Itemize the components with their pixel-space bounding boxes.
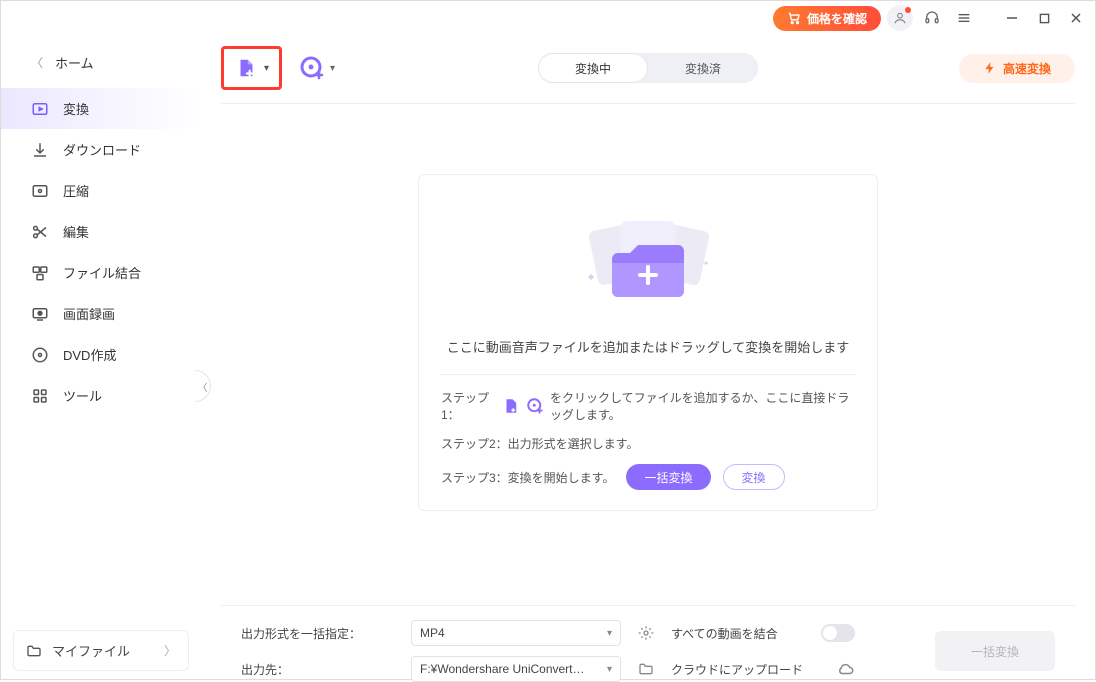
folder-icon	[638, 661, 654, 677]
step3-prefix: ステップ3：変換を開始します。	[441, 469, 614, 486]
cart-icon	[787, 11, 801, 25]
chevron-down-icon: ▾	[264, 63, 269, 74]
chevron-left-icon: 〈	[198, 379, 208, 394]
sidebar-item-merge[interactable]: ファイル結合	[1, 252, 201, 293]
disc-add-icon	[526, 397, 544, 415]
tab-label: 変換済	[685, 60, 721, 77]
batch-convert-main-button[interactable]: 一括変換	[935, 631, 1055, 671]
step2-text: ステップ2：出力形式を選択します。	[441, 435, 638, 452]
file-add-icon	[234, 57, 258, 79]
add-file-button[interactable]: ▾	[221, 46, 282, 90]
folder-icon	[26, 643, 42, 659]
chevron-down-icon: ▾	[607, 628, 612, 639]
sidebar-item-label: 圧縮	[63, 181, 89, 200]
output-dest-select[interactable]: F:¥Wondershare UniConverter 1 ▾	[411, 656, 621, 682]
sidebar-item-label: DVD作成	[63, 345, 116, 364]
record-icon	[31, 305, 49, 323]
step1-suffix: をクリックしてファイルを追加するか、ここに直接ドラッグします。	[550, 389, 855, 423]
sidebar-item-label: ファイル結合	[63, 263, 141, 282]
home-back-button[interactable]: 〈 ホーム	[1, 43, 201, 88]
sidebar-item-label: ダウンロード	[63, 140, 141, 159]
format-settings-button[interactable]	[631, 625, 661, 641]
window-close-button[interactable]	[1063, 5, 1089, 31]
chevron-right-icon: 〉	[164, 642, 176, 659]
myfiles-label: マイファイル	[52, 641, 130, 660]
sidebar-item-convert[interactable]: 変換	[1, 88, 201, 129]
merge-videos-toggle[interactable]	[821, 624, 855, 642]
sidebar-item-label: 変換	[63, 99, 89, 118]
support-button[interactable]	[919, 5, 945, 31]
chevron-left-icon: 〈	[31, 54, 43, 71]
fast-convert-label: 高速変換	[1003, 60, 1051, 77]
output-dest-value: F:¥Wondershare UniConverter 1	[420, 662, 585, 676]
merge-icon	[31, 264, 49, 282]
output-format-select[interactable]: MP4 ▾	[411, 620, 621, 646]
cloud-upload-button[interactable]	[821, 660, 871, 678]
convert-icon	[31, 100, 49, 118]
cloud-icon	[837, 660, 855, 678]
minimize-icon	[1006, 12, 1018, 24]
batch-convert-button[interactable]: 一括変換	[626, 464, 710, 490]
file-add-icon	[502, 397, 520, 415]
output-format-label: 出力形式を一括指定：	[241, 625, 401, 642]
convert-button[interactable]: 変換	[723, 464, 785, 490]
sidebar-item-label: ツール	[63, 386, 102, 405]
step1-prefix: ステップ1：	[441, 389, 496, 423]
myfiles-button[interactable]: マイファイル 〉	[13, 630, 189, 671]
disc-icon	[31, 346, 49, 364]
gear-icon	[638, 625, 654, 641]
divider	[441, 374, 855, 375]
compress-icon	[31, 182, 49, 200]
conversion-tabs: 変換中 変換済	[538, 53, 758, 83]
close-icon	[1070, 12, 1082, 24]
tab-converted[interactable]: 変換済	[648, 53, 758, 83]
home-label: ホーム	[55, 53, 94, 72]
account-button[interactable]	[887, 5, 913, 31]
chevron-down-icon: ▾	[330, 63, 335, 74]
sidebar-item-label: 画面録画	[63, 304, 115, 323]
download-icon	[31, 141, 49, 159]
hamburger-icon	[956, 10, 972, 26]
output-dest-label: 出力先：	[241, 661, 401, 678]
button-label: 変換	[742, 469, 766, 486]
pricing-button[interactable]: 価格を確認	[773, 6, 881, 31]
notification-dot-icon	[905, 7, 911, 13]
pricing-label: 価格を確認	[807, 10, 867, 27]
drop-zone[interactable]: ここに動画音声ファイルを追加またはドラッグして変換を開始します ステップ1： を…	[418, 174, 878, 511]
drop-illustration	[441, 197, 855, 327]
drop-headline: ここに動画音声ファイルを追加またはドラッグして変換を開始します	[441, 337, 855, 356]
tab-label: 変換中	[575, 60, 611, 77]
open-dest-folder-button[interactable]	[631, 661, 661, 677]
sidebar-item-edit[interactable]: 編集	[1, 211, 201, 252]
button-label: 一括変換	[644, 469, 692, 486]
grid-icon	[31, 387, 49, 405]
menu-button[interactable]	[951, 5, 977, 31]
sidebar-item-compress[interactable]: 圧縮	[1, 170, 201, 211]
window-maximize-button[interactable]	[1031, 5, 1057, 31]
sidebar-item-record[interactable]: 画面録画	[1, 293, 201, 334]
maximize-icon	[1039, 13, 1050, 24]
add-dvd-button[interactable]: ▾	[300, 56, 335, 80]
chevron-down-icon: ▾	[607, 664, 612, 675]
lightning-icon	[983, 61, 997, 75]
tab-converting[interactable]: 変換中	[538, 53, 648, 83]
fast-convert-button[interactable]: 高速変換	[959, 54, 1075, 83]
merge-videos-label: すべての動画を結合	[671, 625, 811, 642]
cloud-upload-label: クラウドにアップロード	[671, 661, 811, 678]
output-format-value: MP4	[420, 626, 445, 640]
window-minimize-button[interactable]	[999, 5, 1025, 31]
disc-add-icon	[300, 56, 324, 80]
sidebar-item-dvd[interactable]: DVD作成	[1, 334, 201, 375]
headset-icon	[924, 10, 940, 26]
user-icon	[893, 11, 907, 25]
sidebar-item-label: 編集	[63, 222, 89, 241]
sidebar-item-tools[interactable]: ツール	[1, 375, 201, 416]
sidebar-item-download[interactable]: ダウンロード	[1, 129, 201, 170]
button-label: 一括変換	[971, 643, 1019, 660]
scissors-icon	[31, 223, 49, 241]
